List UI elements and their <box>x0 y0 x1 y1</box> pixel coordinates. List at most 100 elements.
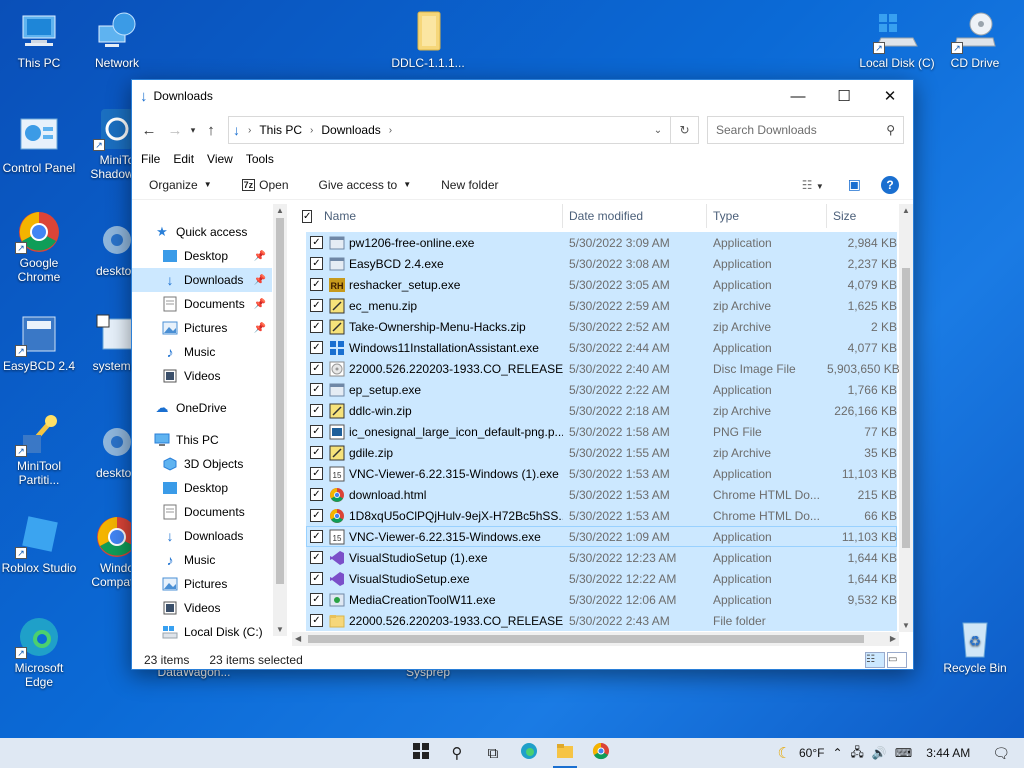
menu-view[interactable]: View <box>207 152 233 166</box>
give-access-button[interactable]: Give access to ▼ <box>319 178 412 192</box>
desktop-icon-local-disk[interactable]: ↗ Local Disk (C) <box>859 10 935 70</box>
file-row[interactable]: ✓ 22000.526.220203-1933.CO_RELEASE_S... 5/… <box>306 358 900 379</box>
checkbox-checked-icon[interactable]: ✓ <box>310 551 323 564</box>
address-dropdown-icon[interactable]: ⌄ <box>646 125 670 136</box>
checkbox-checked-icon[interactable]: ✓ <box>310 362 323 375</box>
maximize-button[interactable]: ☐ <box>821 80 867 112</box>
preview-pane-button[interactable]: ▣ <box>848 176 861 193</box>
network-icon[interactable]: 🖧 <box>851 743 864 764</box>
checkbox-checked-icon[interactable]: ✓ <box>310 572 323 585</box>
nav-pc-desktop[interactable]: Desktop <box>132 476 272 500</box>
desktop-icon-chrome[interactable]: ↗ Google Chrome <box>1 210 77 284</box>
file-row[interactable]: ✓ 15 VNC-Viewer-6.22.315-Windows (1).exe 5/… <box>306 463 897 484</box>
taskbar-edge[interactable] <box>511 738 547 768</box>
file-row[interactable]: ✓ EasyBCD 2.4.exe 5/30/2022 3:08 AM Applica… <box>306 253 897 274</box>
file-row[interactable]: ✓ Take-Ownership-Menu-Hacks.zip 5/30/2022 … <box>306 316 897 337</box>
nav-qa-music[interactable]: ♪ Music <box>132 340 272 364</box>
file-row[interactable]: ✓ VisualStudioSetup (1).exe 5/30/2022 12:2… <box>306 547 897 568</box>
nav-scrollbar[interactable]: ▲ ▼ <box>273 204 287 636</box>
desktop-icon-minitool-partition[interactable]: ↗ MiniTool Partiti... <box>1 413 77 487</box>
desktop-icon-edge[interactable]: ↗ Microsoft Edge <box>1 615 77 689</box>
checkbox-checked-icon[interactable]: ✓ <box>310 425 323 438</box>
desktop-icon-network[interactable]: Network <box>79 10 155 70</box>
column-date-modified[interactable]: Date modified <box>563 204 707 228</box>
file-row[interactable]: ✓ ec_menu.zip 5/30/2022 2:59 AM zip Archive… <box>306 295 897 316</box>
checkbox-checked-icon[interactable]: ✓ <box>310 614 323 627</box>
list-horizontal-scrollbar[interactable]: ◀ ▶ <box>292 632 899 646</box>
checkbox-checked-icon[interactable]: ✓ <box>310 383 323 396</box>
nav-qa-videos[interactable]: Videos <box>132 364 272 388</box>
file-row[interactable]: ✓ 22000.526.220203-1933.CO_RELEASE_S... 5/… <box>306 610 897 631</box>
file-row[interactable]: ✓ gdile.zip 5/30/2022 1:55 AM zip Archive 35… <box>306 442 897 463</box>
checkbox-checked-icon[interactable]: ✓ <box>310 257 323 270</box>
nav-onedrive[interactable]: ☁ OneDrive <box>132 396 272 420</box>
taskbar-chrome[interactable] <box>583 738 619 768</box>
nav-pc-videos[interactable]: Videos <box>132 596 272 620</box>
forward-button[interactable]: → <box>164 119 186 141</box>
weather-temp[interactable]: 60°F <box>799 746 824 760</box>
nav-qa-desktop[interactable]: Desktop 📌 <box>132 244 272 268</box>
checkbox-checked-icon[interactable]: ✓ <box>310 509 323 522</box>
taskbar-file-explorer[interactable] <box>547 738 583 768</box>
desktop-icon-control-panel[interactable]: Control Panel <box>1 115 77 175</box>
minimize-button[interactable]: — <box>775 80 821 112</box>
address-bar[interactable]: ↓ › This PC › Downloads › ⌄ <box>228 116 671 144</box>
back-button[interactable]: ← <box>138 119 160 141</box>
column-size[interactable]: Size <box>827 204 900 228</box>
checkbox-checked-icon[interactable]: ✓ <box>310 488 323 501</box>
checkbox-checked-icon[interactable]: ✓ <box>310 467 323 480</box>
change-view-button[interactable]: ☷ ▼ <box>802 178 824 192</box>
close-button[interactable]: ✕ <box>867 80 913 112</box>
desktop-icon-this-pc[interactable]: This PC <box>1 10 77 70</box>
checkbox-checked-icon[interactable]: ✓ <box>310 446 323 459</box>
new-folder-button[interactable]: New folder <box>441 178 498 192</box>
list-hscroll-thumb[interactable] <box>308 635 864 643</box>
list-scrollbar-thumb[interactable] <box>902 268 910 548</box>
desktop-icon-ddlc[interactable]: DDLC-1.1.1... <box>390 10 466 70</box>
organize-button[interactable]: Organize ▼ <box>149 178 212 192</box>
breadcrumb-this-pc[interactable]: This PC <box>259 123 302 137</box>
nav-quick-access[interactable]: ★ Quick access <box>132 220 272 244</box>
menu-file[interactable]: File <box>141 152 160 166</box>
search-button[interactable]: ⚲ <box>439 738 475 768</box>
search-box[interactable]: Search Downloads ⚲ <box>707 116 904 144</box>
task-view-button[interactable]: ⧉ <box>475 738 511 768</box>
clock[interactable]: 3:44 AM <box>926 746 970 760</box>
breadcrumb-downloads[interactable]: Downloads <box>321 123 380 137</box>
notifications-icon[interactable]: 🗨 <box>992 745 1010 762</box>
open-button[interactable]: 7z Open <box>241 178 289 192</box>
nav-pc-documents[interactable]: Documents <box>132 500 272 524</box>
search-input[interactable]: Search Downloads <box>716 123 817 137</box>
recent-locations-button[interactable]: ▾ <box>186 119 200 141</box>
details-view-button[interactable]: ☷ <box>865 652 885 668</box>
desktop-icon-roblox-studio[interactable]: ↗ Roblox Studio <box>1 515 77 575</box>
weather-icon[interactable]: ☾ <box>778 744 791 762</box>
nav-pc-3d-objects[interactable]: 3D Objects <box>132 452 272 476</box>
menu-edit[interactable]: Edit <box>173 152 194 166</box>
volume-icon[interactable]: 🔊 <box>872 746 887 760</box>
checkbox-checked-icon[interactable]: ✓ <box>310 593 323 606</box>
nav-this-pc[interactable]: This PC <box>132 428 272 452</box>
desktop-icon-recycle-bin[interactable]: ♻ Recycle Bin <box>937 615 1013 675</box>
checkbox-checked-icon[interactable]: ✓ <box>310 341 323 354</box>
file-row[interactable]: ✓ download.html 5/30/2022 1:53 AM Chrome HT… <box>306 484 897 505</box>
column-name[interactable]: Name <box>318 204 563 228</box>
nav-qa-downloads[interactable]: ↓ Downloads 📌 <box>132 268 272 292</box>
list-vertical-scrollbar[interactable]: ▲ ▼ <box>899 204 913 632</box>
checkbox-checked-icon[interactable]: ✓ <box>310 299 323 312</box>
nav-pc-downloads[interactable]: ↓ Downloads <box>132 524 272 548</box>
file-row[interactable]: ✓ ep_setup.exe 5/30/2022 2:22 AM Applicatio… <box>306 379 897 400</box>
refresh-button[interactable]: ↻ <box>671 116 699 144</box>
desktop-icon-easybcd[interactable]: ↗ EasyBCD 2.4 <box>1 313 77 373</box>
select-all-checkbox[interactable]: ✓ <box>292 204 313 228</box>
checkbox-checked-icon[interactable]: ✓ <box>310 320 323 333</box>
start-button[interactable] <box>403 738 439 768</box>
show-hidden-icons-button[interactable]: ⌃ <box>832 746 842 760</box>
help-button[interactable]: ? <box>881 175 899 194</box>
desktop-icon-cd-drive[interactable]: ↗ CD Drive <box>937 10 1013 70</box>
file-row[interactable]: ✓ VisualStudioSetup.exe 5/30/2022 12:22 AM… <box>306 568 897 589</box>
column-type[interactable]: Type <box>707 204 827 228</box>
file-row[interactable]: ✓ Windows11InstallationAssistant.exe 5/30/… <box>306 337 897 358</box>
file-row[interactable]: ✓ pw1206-free-online.exe 5/30/2022 3:09 AM… <box>306 232 897 253</box>
checkbox-checked-icon[interactable]: ✓ <box>310 236 323 249</box>
